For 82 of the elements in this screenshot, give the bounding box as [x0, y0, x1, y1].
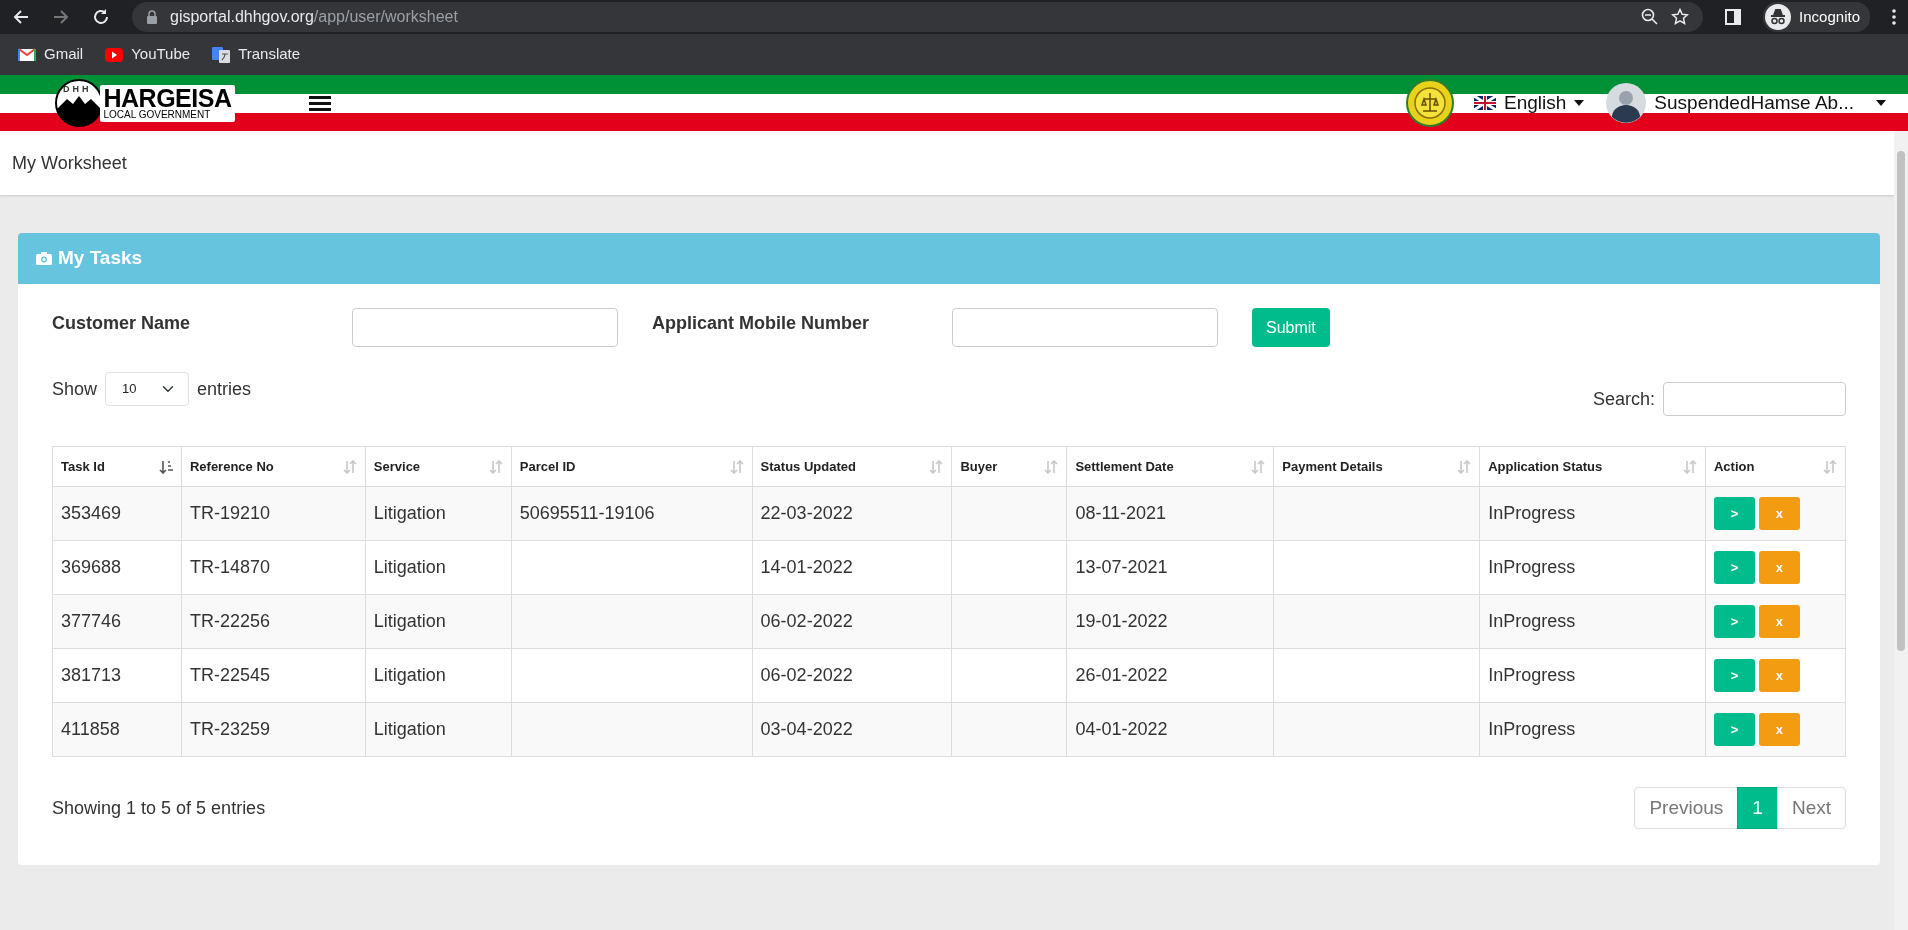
column-header[interactable]: Status Updated — [752, 446, 952, 487]
table-cell: Litigation — [365, 702, 512, 757]
column-header[interactable]: Buyer — [951, 446, 1067, 487]
column-header[interactable]: Task Id — [52, 446, 182, 487]
text-field[interactable] — [352, 308, 618, 347]
table-cell: 411858 — [52, 702, 182, 757]
table-cell: TR-14870 — [181, 540, 366, 595]
forward-icon[interactable] — [52, 8, 70, 26]
play-icon — [105, 45, 124, 64]
emblem-icon — [1406, 79, 1455, 127]
column-header[interactable]: Settlement Date — [1066, 446, 1274, 487]
table-cell: TR-19210 — [181, 486, 366, 541]
column-header[interactable]: Parcel ID — [511, 446, 753, 487]
table-cell: InProgress — [1479, 594, 1706, 649]
table-cell: 26-01-2022 — [1066, 648, 1274, 703]
table-cell: Litigation — [365, 648, 512, 703]
show-label: Show — [52, 377, 98, 401]
camera-icon — [36, 252, 52, 265]
translate-icon — [212, 45, 231, 64]
page-link[interactable]: Next — [1776, 787, 1846, 829]
search-field[interactable] — [1663, 382, 1846, 416]
table-cell: 19-01-2022 — [1066, 594, 1274, 649]
table-cell: InProgress — [1479, 486, 1706, 541]
column-header[interactable]: Reference No — [181, 446, 366, 487]
column-header[interactable]: Action — [1705, 446, 1846, 487]
bookmark[interactable]: YouTube — [105, 43, 191, 66]
mail-icon — [18, 45, 36, 64]
table-cell: 04-01-2022 — [1066, 702, 1274, 757]
url-text: gisportal.dhhgov.org/app/user/worksheet — [170, 7, 458, 27]
table-cell: 22-03-2022 — [752, 486, 952, 541]
address-bar[interactable]: gisportal.dhhgov.org/app/user/worksheet — [132, 2, 1704, 32]
zoom-out-icon[interactable] — [1641, 8, 1660, 26]
table-cell: 03-04-2022 — [752, 702, 952, 757]
language-dropdown[interactable]: English — [1474, 88, 1585, 118]
column-header[interactable]: Payment Details — [1273, 446, 1480, 487]
column-header[interactable]: Application Status — [1479, 446, 1706, 487]
star-icon[interactable] — [1671, 8, 1690, 26]
table-cell: TR-22545 — [181, 648, 366, 703]
caret-icon — [1574, 100, 1585, 106]
table-cell: TR-23259 — [181, 702, 366, 757]
field-label: Customer Name — [52, 312, 192, 335]
table-cell: 353469 — [52, 486, 182, 541]
search-label: Search: — [1592, 387, 1655, 411]
page-size-select[interactable]: 10 — [105, 372, 190, 406]
table-cell: 08-11-2021 — [1066, 486, 1274, 541]
field-label: Applicant Mobile Number — [652, 312, 870, 335]
table-cell: 381713 — [52, 648, 182, 703]
table-cell: 369688 — [52, 540, 182, 595]
table-cell: InProgress — [1479, 540, 1706, 595]
table-cell: 50695511-19106 — [511, 486, 753, 541]
table-cell: 377746 — [52, 594, 182, 649]
page-link[interactable]: Previous — [1634, 787, 1739, 829]
panel-title: My Tasks — [58, 246, 143, 271]
bookmark[interactable]: Translate — [212, 43, 301, 66]
table-info: Showing 1 to 5 of 5 entries — [52, 796, 266, 820]
side-panel-icon[interactable] — [1725, 9, 1742, 25]
profile-button[interactable]: Incognito — [1763, 2, 1870, 32]
user-menu[interactable]: SuspendedHamse Ab... — [1606, 83, 1886, 123]
bookmark[interactable]: Gmail — [18, 43, 84, 66]
table-cell: Litigation — [365, 486, 512, 541]
caret-icon — [1876, 100, 1886, 106]
back-icon[interactable] — [12, 8, 30, 26]
table-cell: 14-01-2022 — [752, 540, 952, 595]
avatar-icon — [1606, 83, 1647, 123]
text-field[interactable] — [952, 308, 1218, 347]
scrollbar[interactable] — [1894, 131, 1908, 930]
table-cell: Litigation — [365, 594, 512, 649]
table-cell: 06-02-2022 — [752, 594, 952, 649]
column-header[interactable]: Service — [365, 446, 512, 487]
table-cell: 13-07-2021 — [1066, 540, 1274, 595]
table-cell: 06-02-2022 — [752, 648, 952, 703]
entries-label: entries — [197, 377, 252, 401]
menu-icon[interactable] — [309, 95, 332, 111]
reload-icon[interactable] — [92, 8, 110, 26]
table-cell: Litigation — [365, 540, 512, 595]
more-icon[interactable] — [1892, 9, 1896, 25]
lock-icon — [146, 10, 158, 24]
table-cell: InProgress — [1479, 648, 1706, 703]
incognito-icon — [1765, 4, 1792, 30]
table-cell: InProgress — [1479, 702, 1706, 757]
logo-letters: DHH — [63, 83, 92, 97]
table-cell: TR-22256 — [181, 594, 366, 649]
